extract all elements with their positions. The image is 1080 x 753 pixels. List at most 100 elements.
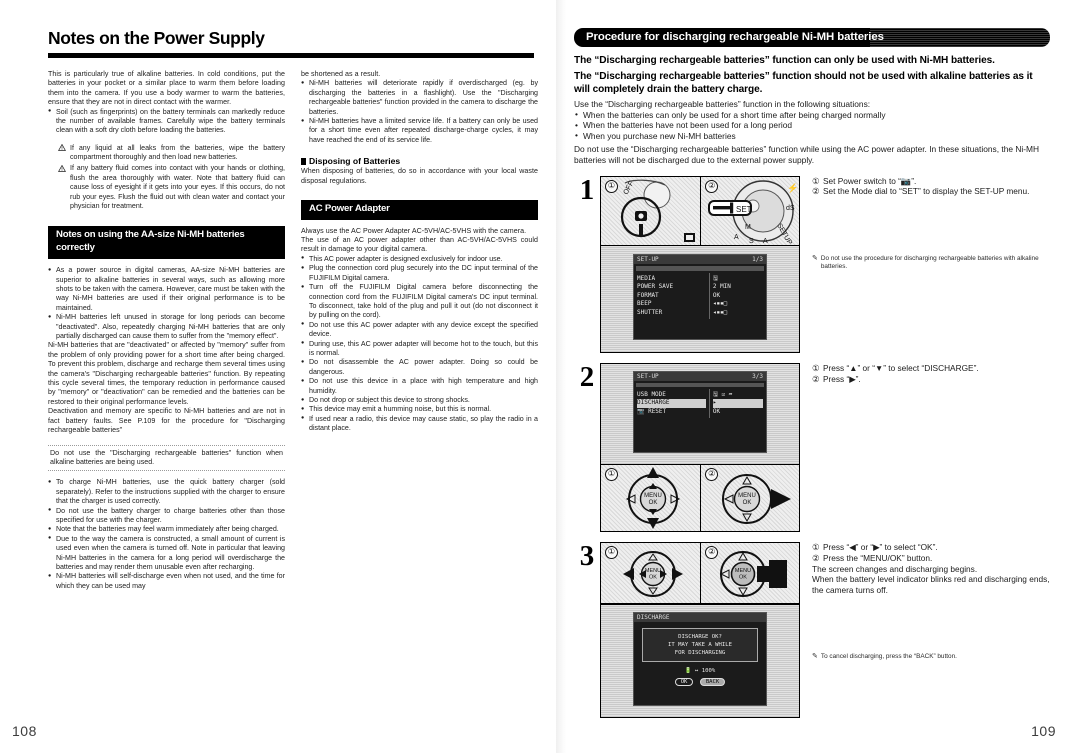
- nimh-bullet-list: As a power source in digital cameras, AA…: [48, 266, 285, 341]
- warning-triangle-icon: [58, 144, 66, 152]
- step-1-note: ✎ Do not use the procedure for dischargi…: [812, 255, 1050, 272]
- step-2-line-2: ② Press “▶”.: [812, 374, 1050, 385]
- left-column-1: This is particularly true of alkaline ba…: [48, 70, 285, 591]
- confirm-line-2: IT MAY TAKE A WHILE: [668, 641, 732, 648]
- callout-2: ②: [705, 179, 719, 193]
- svg-text:A: A: [763, 238, 768, 245]
- power-switch-photo: ① OFF: [601, 176, 700, 245]
- menu-item-power-save[interactable]: POWER SAVE: [637, 283, 706, 291]
- instruction-text: Press “▶”.: [823, 373, 861, 384]
- lcd-labels-column: MEDIA POWER SAVE FORMAT BEEP SHUTTER: [634, 273, 709, 319]
- lcd-page-indicator: 1/3: [752, 255, 763, 263]
- svg-text:OK: OK: [739, 575, 747, 581]
- battery-status-line: 🔋 ↔ 100%: [684, 667, 716, 674]
- menu-item-discharge[interactable]: DISCHARGE: [637, 399, 706, 408]
- pad-left-right-photo: ① MENU OK: [601, 543, 700, 604]
- setup-menu-lcd: SET-UP 1/3 MEDIA POWER SAVE FORMAT BEEP …: [633, 253, 767, 340]
- note-text: To cancel discharging, press the “BACK” …: [820, 653, 957, 661]
- callout-marker: ①: [812, 362, 820, 373]
- page-number-left: 108: [12, 723, 37, 739]
- section-banner-nimh: Notes on using the AA-size Ni-MH batteri…: [48, 226, 285, 260]
- step-2-figure: SET-UP 3/3 USB MODE DISCHARGE 📷 RESET 🖫 …: [600, 362, 800, 533]
- subhead-label: Disposing of Batteries: [309, 156, 401, 167]
- menu-value-format: OK: [712, 291, 721, 299]
- menu-item-media[interactable]: MEDIA: [637, 275, 706, 283]
- step-2-line-1: ① Press “▲” or “▼” to select “DISCHARGE”…: [812, 363, 1050, 374]
- subhead-disposing: Disposing of Batteries: [301, 156, 538, 166]
- step-number: 3: [579, 540, 595, 573]
- menu-item-reset[interactable]: 📷 RESET: [637, 408, 706, 416]
- list-item: Ni-MH batteries left unused in storage f…: [48, 313, 285, 341]
- charging-bullet-list: To charge Ni-MH batteries, use the quick…: [48, 478, 285, 591]
- step-2-instructions: ① Press “▲” or “▼” to select “DISCHARGE”…: [800, 363, 1050, 532]
- list-item: Do not use this AC power adapter with an…: [301, 320, 538, 340]
- menu-item-shutter[interactable]: SHUTTER: [637, 309, 706, 317]
- step-3-line-2: ② Press the “MENU/OK” button.: [812, 553, 1050, 564]
- lcd-title-text: DISCHARGE: [637, 613, 670, 621]
- ac-adapter-warning: Do not use the “Discharging rechargeable…: [574, 144, 1040, 165]
- svg-text:A: A: [734, 234, 739, 241]
- left-column-2: be shortened as a result. Ni-MH batterie…: [301, 70, 538, 591]
- discharge-confirm-lcd: DISCHARGE DISCHARGE OK? IT MAY TAKE A WH…: [633, 611, 767, 706]
- svg-text:SET: SET: [736, 205, 752, 214]
- confirm-line-3: FOR DISCHARGING: [674, 649, 726, 656]
- lcd-titlebar: SET-UP 3/3: [634, 371, 766, 381]
- ac-intro-2: The use of an AC power adapter other tha…: [301, 236, 538, 254]
- svg-text:S: S: [749, 238, 754, 245]
- nimh-continuation-1: Ni-MH batteries that are "deactivated" o…: [48, 341, 285, 406]
- step-3: 3 ① MENU OK ② MENU OK DISCHARGE DISCHARG…: [574, 540, 1050, 718]
- menu-value-discharge: ▸: [712, 399, 763, 408]
- svg-text:OK: OK: [743, 500, 752, 506]
- list-item: Plug the connection cord plug securely i…: [301, 264, 538, 283]
- menu-item-format[interactable]: FORMAT: [637, 292, 706, 300]
- ac-intro-1: Always use the AC Power Adapter AC-5VH/A…: [301, 226, 527, 235]
- discharge-menu-screen-shell: SET-UP 3/3 USB MODE DISCHARGE 📷 RESET 🖫 …: [601, 363, 799, 464]
- pad-up-down-photo: ① MENU OK: [601, 465, 700, 532]
- list-item: To charge Ni-MH batteries, use the quick…: [48, 478, 285, 506]
- step-1-line-2: ② Set the Mode dial to “SET” to display …: [812, 186, 1050, 197]
- svg-text:OK: OK: [649, 500, 658, 506]
- step-1-line-1: ① Set Power switch to “📷”.: [812, 176, 1050, 187]
- svg-text:M: M: [745, 224, 751, 231]
- instruction-text: Set the Mode dial to “SET” to display th…: [823, 186, 1030, 197]
- step-1-figure: ① OFF ② SET ⚡ dS SETUP M A S A SET-UP 1/…: [600, 175, 800, 353]
- menu-value-shutter: ◂▪▪□: [712, 308, 728, 316]
- step-2: 2 SET-UP 3/3 USB MODE DISCHARGE 📷 RESET …: [574, 362, 1050, 533]
- menu-ok-press-photo: ② MENU OK: [701, 543, 800, 604]
- confirm-line-1: DISCHARGE OK?: [678, 633, 722, 640]
- setup-menu-screen-shell: SET-UP 1/3 MEDIA POWER SAVE FORMAT BEEP …: [601, 245, 799, 352]
- step-3-note: ✎ To cancel discharging, press the “BACK…: [812, 653, 1050, 661]
- step-3-line-1: ① Press “◀” or “▶” to select “OK”.: [812, 542, 1050, 553]
- list-item: Ni-MH batteries will deteriorate rapidly…: [301, 79, 538, 117]
- column2-continuation: be shortened as a result.: [301, 70, 381, 78]
- lcd-values-column: 🖫 2 MIN OK ◂▪▪□ ◂▪▪□: [708, 272, 766, 319]
- menu-item-usb-mode[interactable]: USB MODE: [637, 391, 706, 399]
- use-when-list: When the batteries can only be used for …: [574, 109, 1050, 142]
- back-button[interactable]: BACK: [699, 677, 726, 686]
- list-item: Do not use this device in a place with h…: [301, 377, 538, 396]
- left-page-columns: This is particularly true of alkaline ba…: [48, 70, 538, 591]
- discharge-menu-lcd: SET-UP 3/3 USB MODE DISCHARGE 📷 RESET 🖫 …: [633, 370, 767, 453]
- callout-marker: ②: [812, 552, 820, 563]
- lcd-labels-column: USB MODE DISCHARGE 📷 RESET: [634, 389, 709, 418]
- menu-value-beep: ◂▪▪□: [712, 300, 728, 308]
- lcd-values-column: 🖫 ☑ ➦ ▸ OK: [708, 388, 766, 419]
- confirm-message-box: DISCHARGE OK? IT MAY TAKE A WHILE FOR DI…: [642, 627, 758, 662]
- ok-button[interactable]: OK: [674, 677, 694, 686]
- pencil-icon: ✎: [812, 653, 818, 661]
- menu-item-beep[interactable]: BEEP: [637, 300, 706, 308]
- svg-text:OK: OK: [649, 575, 657, 581]
- square-marker-icon: [301, 157, 306, 165]
- list-item: Due to the way the camera is constructed…: [48, 534, 285, 573]
- menu-value-usb-mode: 🖫 ☑ ➦: [712, 390, 733, 398]
- page-number-right: 109: [1031, 723, 1056, 739]
- instruction-text: Press “◀” or “▶” to select “OK”.: [823, 542, 938, 553]
- left-page: Notes on the Power Supply This is partic…: [0, 0, 556, 753]
- pencil-icon: ✎: [812, 254, 818, 262]
- section-banner-ac-adapter: AC Power Adapter: [301, 200, 538, 220]
- lcd-tab-bar: [636, 382, 764, 387]
- menu-value-reset: OK: [712, 407, 721, 415]
- list-item: As a power source in digital cameras, AA…: [48, 266, 285, 313]
- svg-text:MENU: MENU: [644, 493, 662, 499]
- instruction-text: Set Power switch to “📷”.: [823, 175, 917, 186]
